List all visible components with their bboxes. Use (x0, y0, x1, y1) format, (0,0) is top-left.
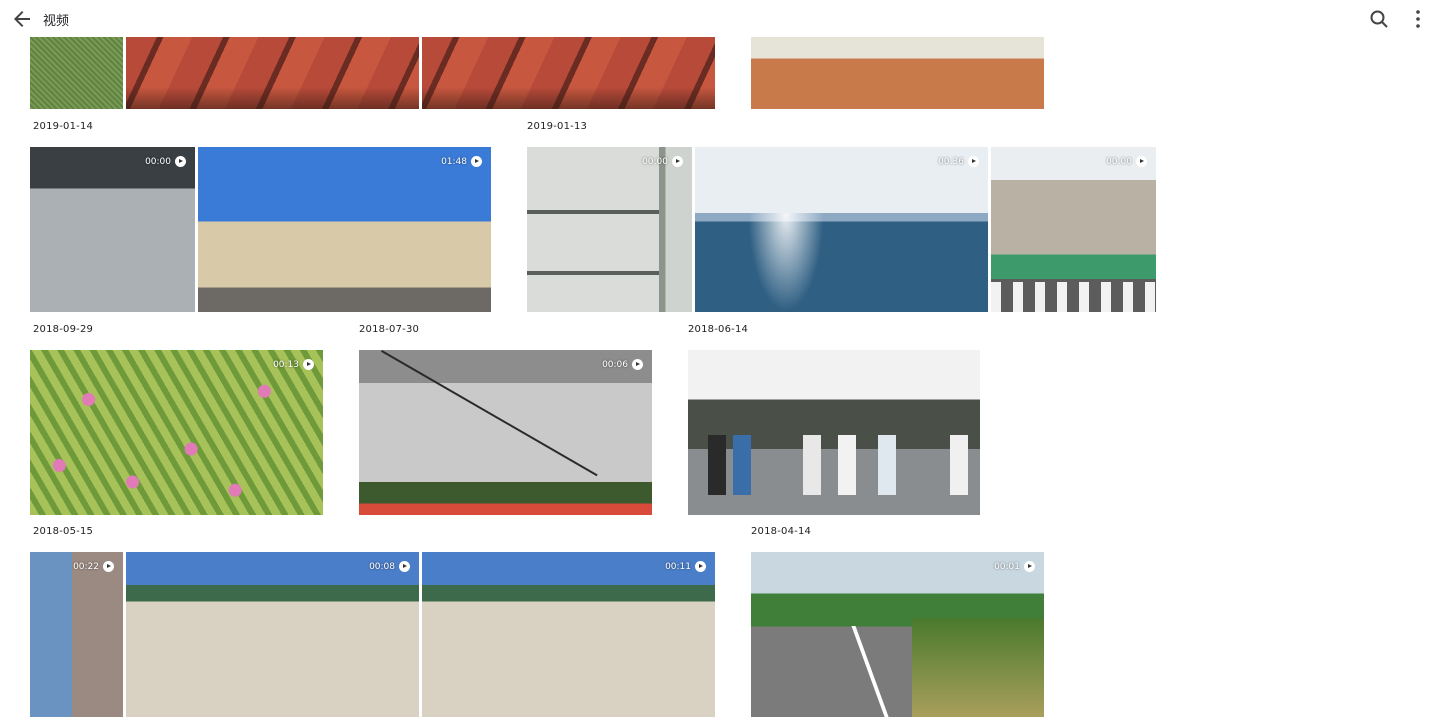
thumbnail-image (422, 552, 715, 717)
duration-text: 00:06 (602, 359, 628, 370)
duration-text: 00:00 (145, 156, 171, 167)
duration-text: 00:36 (938, 156, 964, 167)
thumbnail-image (198, 147, 491, 312)
video-thumbnail[interactable]: 00:11 (422, 552, 715, 717)
back-button[interactable] (10, 7, 34, 31)
duration-text: 00:13 (273, 359, 299, 370)
video-thumbnail[interactable]: 00:22 (30, 552, 123, 717)
thumbnail-image (527, 147, 692, 312)
play-circle-icon (632, 359, 643, 370)
date-header: 2019-01-14 (33, 121, 94, 132)
photo-thumbnail[interactable] (688, 350, 980, 515)
play-circle-icon (399, 561, 410, 572)
video-thumbnail[interactable]: 01:48 (198, 147, 491, 312)
thumbnail-image (422, 37, 715, 109)
video-thumbnail[interactable]: 00:36 (695, 147, 988, 312)
thumbnail-image (30, 147, 195, 312)
more-vertical-icon (1416, 10, 1420, 28)
page-title: 视频 (43, 14, 70, 29)
duration-text: 00:22 (73, 561, 99, 572)
video-duration: 00:01 (994, 561, 1035, 572)
video-duration: 01:48 (441, 156, 482, 167)
play-circle-icon (672, 156, 683, 167)
video-duration: 00:00 (145, 156, 186, 167)
video-thumbnail[interactable]: 00:00 (527, 147, 692, 312)
duration-text: 00:01 (994, 561, 1020, 572)
date-header: 2018-07-30 (359, 324, 420, 335)
video-duration: 00:00 (642, 156, 683, 167)
video-thumbnail[interactable]: 00:08 (126, 552, 419, 717)
play-circle-icon (1136, 156, 1147, 167)
video-duration: 00:11 (665, 561, 706, 572)
video-thumbnail[interactable]: 00:06 (359, 350, 652, 515)
video-thumbnail[interactable] (30, 37, 123, 109)
video-thumbnail[interactable]: 00:13 (30, 350, 323, 515)
date-header: 2018-05-15 (33, 526, 94, 537)
thumbnail-image (359, 350, 652, 515)
play-circle-icon (175, 156, 186, 167)
date-header: 2018-04-14 (751, 526, 812, 537)
search-button[interactable] (1367, 7, 1391, 31)
play-circle-icon (471, 156, 482, 167)
thumbnail-image (126, 37, 419, 109)
video-thumbnail[interactable] (126, 37, 419, 109)
more-options-button[interactable] (1406, 7, 1430, 31)
video-thumbnail[interactable] (751, 37, 1044, 109)
thumbnail-image (751, 37, 1044, 109)
video-gallery-page: 视频 2019-01-14 2019-01-13 00:00 01:48 00:… (0, 0, 1440, 721)
search-icon (1370, 10, 1388, 28)
thumbnail-image (688, 350, 980, 515)
arrow-left-icon (14, 11, 30, 27)
thumbnail-image (30, 552, 123, 717)
video-duration: 00:22 (73, 561, 114, 572)
thumbnail-image (126, 552, 419, 717)
duration-text: 00:11 (665, 561, 691, 572)
app-bar: 视频 (0, 0, 1440, 37)
video-duration: 00:00 (1106, 156, 1147, 167)
video-duration: 00:36 (938, 156, 979, 167)
video-thumbnail[interactable]: 00:00 (30, 147, 195, 312)
video-thumbnail[interactable]: 00:01 (751, 552, 1044, 717)
play-circle-icon (103, 561, 114, 572)
date-header: 2018-09-29 (33, 324, 94, 335)
duration-text: 00:00 (642, 156, 668, 167)
duration-text: 00:00 (1106, 156, 1132, 167)
date-header: 2018-06-14 (688, 324, 749, 335)
play-circle-icon (1024, 561, 1035, 572)
video-duration: 00:06 (602, 359, 643, 370)
thumbnail-image (30, 37, 123, 109)
thumbnail-image (991, 147, 1156, 312)
thumbnail-image (751, 552, 1044, 717)
video-thumbnail[interactable]: 00:00 (991, 147, 1156, 312)
thumbnail-image (30, 350, 323, 515)
play-circle-icon (695, 561, 706, 572)
video-thumbnail[interactable] (422, 37, 715, 109)
duration-text: 00:08 (369, 561, 395, 572)
video-duration: 00:13 (273, 359, 314, 370)
video-duration: 00:08 (369, 561, 410, 572)
duration-text: 01:48 (441, 156, 467, 167)
thumbnail-image (695, 147, 988, 312)
play-circle-icon (968, 156, 979, 167)
play-circle-icon (303, 359, 314, 370)
date-header: 2019-01-13 (527, 121, 588, 132)
